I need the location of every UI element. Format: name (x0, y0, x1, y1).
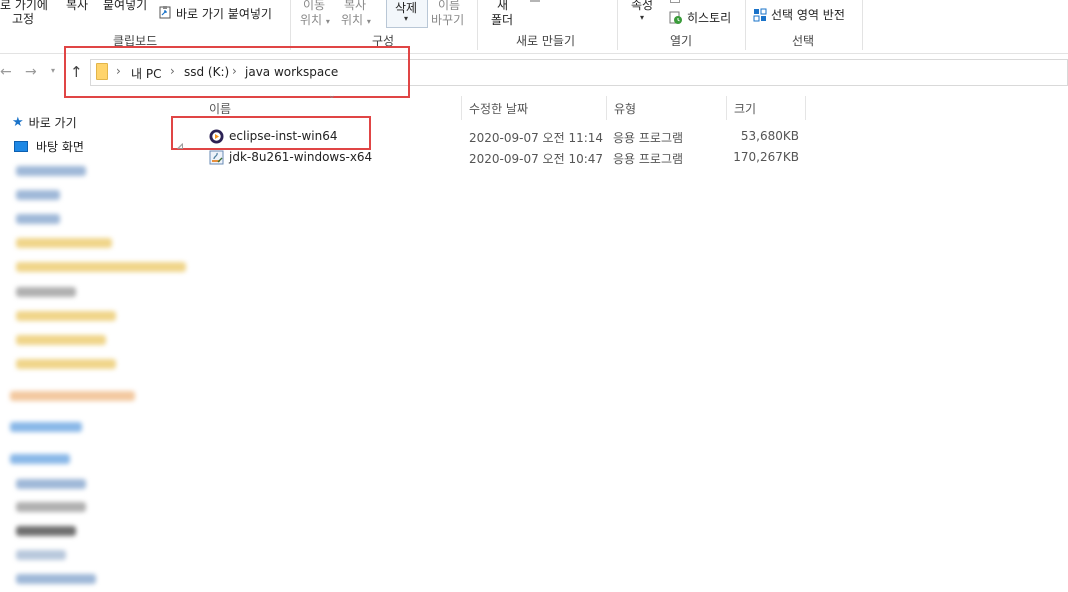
pin-quick-access-label-2: 고정 (12, 12, 35, 26)
chevron-right-icon[interactable]: › (170, 64, 175, 78)
new-item-icon (530, 0, 540, 2)
blurred-nav-item[interactable] (10, 422, 82, 432)
forward-arrow-icon[interactable]: → (25, 64, 37, 80)
chevron-down-icon: ▾ (366, 17, 371, 26)
blurred-nav-item[interactable] (10, 391, 135, 401)
column-header-date[interactable]: 수정한 날짜 (469, 100, 528, 117)
blurred-nav-item[interactable] (16, 502, 86, 512)
blurred-nav-item[interactable] (16, 166, 86, 176)
file-row[interactable]: jdk-8u261-windows-x64 2020-09-07 오전 10:4… (205, 147, 805, 169)
blurred-nav-item[interactable] (16, 359, 116, 369)
blurred-nav-item[interactable] (16, 214, 60, 224)
ribbon: 로 가기에 고정 복사 붙여넣기 바로 가기 붙여넣기 클립보드 이동 위치 ▾… (0, 0, 1068, 54)
file-date: 2020-09-07 오전 11:14 (469, 131, 604, 145)
desktop-icon (14, 141, 28, 152)
paste-shortcut-icon (159, 6, 171, 19)
column-divider[interactable] (726, 96, 727, 120)
breadcrumb-drive[interactable]: ssd (K:) (184, 65, 229, 79)
column-divider[interactable] (805, 96, 806, 120)
blurred-nav-item[interactable] (16, 526, 76, 536)
group-organize-label: 구성 (372, 34, 395, 48)
pin-quick-access-label: 로 가기에 (0, 0, 48, 12)
ribbon-separator (617, 0, 618, 50)
move-to-button[interactable]: 위치 ▾ (300, 13, 330, 29)
copy-to-label-2: 위치 (341, 13, 364, 27)
properties-button[interactable]: 속성 (631, 0, 653, 12)
eclipse-icon (209, 129, 224, 144)
chevron-down-icon: ▾ (640, 13, 645, 22)
new-folder-label-1: 새 (497, 0, 509, 12)
ribbon-separator (290, 0, 291, 50)
file-size: 170,267KB (733, 150, 799, 164)
paste-button[interactable]: 붙여넣기 (103, 0, 147, 12)
file-name: eclipse-inst-win64 (229, 129, 338, 143)
navigation-pane: ★ 바로 가기 바탕 화면 ⊿ (0, 104, 190, 592)
blurred-nav-item[interactable] (16, 190, 60, 200)
nav-item-label: 바로 가기 (28, 116, 77, 130)
invert-selection-button[interactable]: 선택 영역 반전 (771, 8, 845, 22)
chevron-right-icon[interactable]: › (116, 64, 121, 78)
history-button[interactable]: 히스토리 (687, 11, 731, 25)
file-size: 53,680KB (740, 129, 799, 143)
java-installer-icon (209, 150, 224, 165)
group-clipboard-label: 클립보드 (113, 34, 158, 48)
nav-item-label: 바탕 화면 (36, 140, 84, 154)
blurred-nav-item[interactable] (16, 262, 186, 272)
blurred-nav-item[interactable] (16, 287, 76, 297)
ribbon-separator (862, 0, 863, 50)
breadcrumb-this-pc[interactable]: 내 PC (131, 65, 161, 82)
file-type: 응용 프로그램 (613, 131, 684, 145)
group-open-label: 열기 (670, 34, 693, 48)
recent-locations-chevron-icon[interactable]: ▾ (51, 66, 55, 75)
column-divider[interactable] (606, 96, 607, 120)
new-folder-button[interactable]: 폴더 (491, 13, 513, 27)
column-header-type[interactable]: 유형 (614, 100, 636, 117)
copy-to-label-1: 복사 (344, 0, 367, 12)
chevron-down-icon: ▾ (404, 14, 409, 23)
sort-indicator-icon: ⌄ (328, 91, 336, 101)
copy-to-button[interactable]: 위치 ▾ (341, 13, 371, 29)
column-divider[interactable] (461, 96, 462, 120)
pin-icon: ⊿ (176, 141, 185, 152)
blurred-nav-item[interactable] (16, 550, 66, 560)
group-select-label: 선택 (792, 34, 815, 48)
open-icon (670, 0, 680, 3)
delete-button[interactable]: 삭제 ▾ (386, 0, 428, 28)
file-row[interactable]: eclipse-inst-win64 2020-09-07 오전 11:14 응… (205, 126, 805, 148)
group-new-label: 새로 만들기 (516, 34, 576, 48)
folder-icon (96, 63, 108, 80)
pin-quick-access-button[interactable]: 로 가기에 (0, 0, 48, 12)
file-name: jdk-8u261-windows-x64 (229, 150, 373, 164)
move-to-label-2: 위치 (300, 13, 323, 27)
blurred-nav-item[interactable] (16, 574, 96, 584)
blurred-nav-item[interactable] (16, 335, 106, 345)
chevron-down-icon: ▾ (325, 17, 330, 26)
move-to-label-1: 이동 (303, 0, 326, 12)
file-date: 2020-09-07 오전 10:47 (469, 152, 604, 166)
column-header-name[interactable]: 이름 (209, 100, 231, 117)
blurred-nav-item[interactable] (16, 479, 86, 489)
paste-shortcut-button[interactable]: 바로 가기 붙여넣기 (176, 7, 272, 21)
rename-label-1: 이름 (438, 0, 461, 12)
ribbon-separator (477, 0, 478, 50)
up-arrow-icon[interactable]: ↑ (70, 63, 83, 81)
rename-button[interactable]: 바꾸기 (431, 13, 464, 27)
chevron-right-icon[interactable]: › (232, 64, 237, 78)
star-icon: ★ (12, 115, 24, 130)
blurred-nav-item[interactable] (16, 311, 116, 321)
copy-button[interactable]: 복사 (66, 0, 88, 12)
nav-item-quick-access[interactable]: ★ 바로 가기 (12, 114, 77, 131)
invert-selection-icon (753, 8, 767, 22)
back-arrow-icon[interactable]: ← (0, 64, 12, 80)
file-type: 응용 프로그램 (613, 152, 684, 166)
breadcrumb-current-folder[interactable]: java workspace (245, 65, 338, 79)
blurred-nav-item[interactable] (10, 454, 70, 464)
column-header-size[interactable]: 크기 (734, 100, 756, 117)
ribbon-separator (745, 0, 746, 50)
history-icon (669, 11, 683, 25)
nav-item-desktop[interactable]: 바탕 화면 (14, 138, 84, 155)
blurred-nav-item[interactable] (16, 238, 112, 248)
